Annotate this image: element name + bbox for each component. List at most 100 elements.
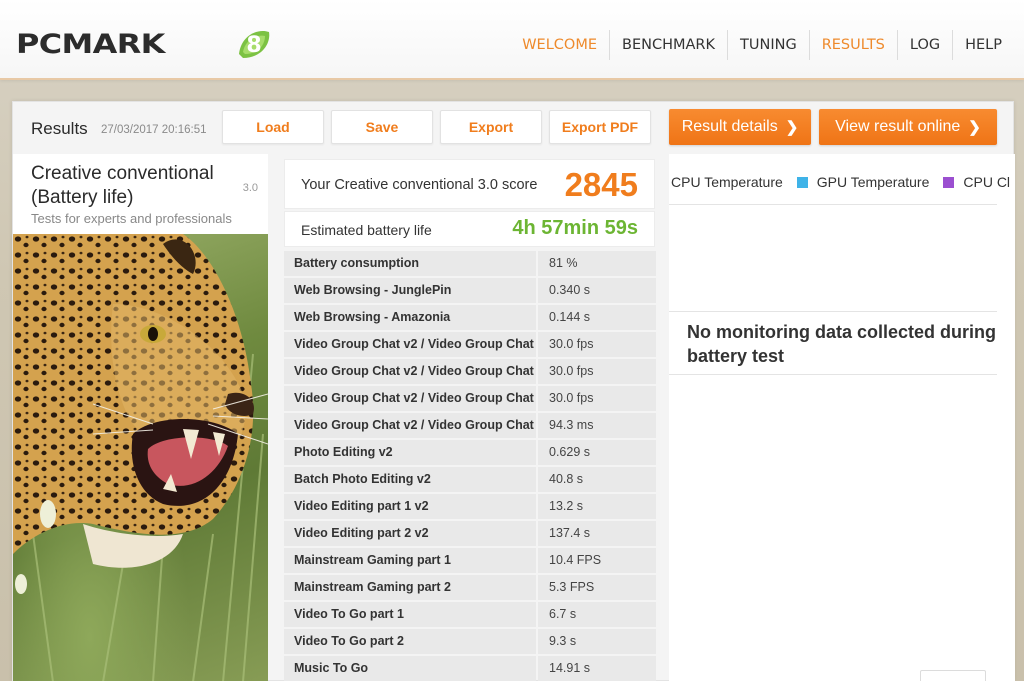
- result-name: Mainstream Gaming part 2: [284, 575, 536, 600]
- leopard-illustration-icon: [13, 234, 268, 681]
- result-value: 10.4 FPS: [538, 548, 656, 573]
- result-name: Batch Photo Editing v2: [284, 467, 536, 492]
- table-row: Video To Go part 2 9.3 s: [284, 629, 656, 656]
- result-value: 94.3 ms: [538, 413, 656, 438]
- table-row: Web Browsing - Amazonia 0.144 s: [284, 305, 656, 332]
- test-info-column: Creative conventional (Battery life) 3.0…: [13, 154, 268, 681]
- logo-text: PCMARK: [16, 28, 165, 60]
- result-name: Video Group Chat v2 / Video Group Chat: [284, 386, 536, 411]
- table-row: Video To Go part 1 6.7 s: [284, 602, 656, 629]
- chevron-right-icon: ❯: [785, 119, 799, 136]
- result-value: 14.91 s: [538, 656, 656, 681]
- leopard-photo: [13, 234, 268, 681]
- result-details-button[interactable]: Result details ❯: [669, 109, 811, 145]
- table-row: Web Browsing - JunglePin 0.340 s: [284, 278, 656, 305]
- result-value: 30.0 fps: [538, 386, 656, 411]
- result-name: Video Group Chat v2 / Video Group Chat: [284, 332, 536, 357]
- table-row: Video Group Chat v2 / Video Group Chat 30…: [284, 332, 656, 359]
- monitoring-legend: CPU Temperature GPU Temperature CPU Cl: [669, 174, 1015, 190]
- nav-results[interactable]: RESULTS: [810, 30, 898, 60]
- result-value: 40.8 s: [538, 467, 656, 492]
- monitoring-column: CPU Temperature GPU Temperature CPU Cl N…: [669, 154, 1015, 681]
- save-button[interactable]: Save: [331, 110, 433, 144]
- result-name: Photo Editing v2: [284, 440, 536, 465]
- result-value: 137.4 s: [538, 521, 656, 546]
- result-name: Video Group Chat v2 / Video Group Chat: [284, 413, 536, 438]
- load-button[interactable]: Load: [222, 110, 324, 144]
- battery-life-label: Estimated battery life: [301, 222, 432, 238]
- results-date: 27/03/2017 20:16:51: [101, 124, 207, 136]
- results-title: Results: [31, 119, 88, 138]
- result-name: Mainstream Gaming part 1: [284, 548, 536, 573]
- divider: [669, 204, 997, 205]
- score-column: Your Creative conventional 3.0 score 284…: [284, 154, 656, 681]
- nav-benchmark[interactable]: BENCHMARK: [610, 30, 728, 60]
- corner-button[interactable]: [920, 670, 986, 681]
- logo-badge-number: 8: [246, 33, 261, 58]
- result-value: 5.3 FPS: [538, 575, 656, 600]
- result-name: Video Editing part 2 v2: [284, 521, 536, 546]
- result-value: 0.144 s: [538, 305, 656, 330]
- table-row: Mainstream Gaming part 1 10.4 FPS: [284, 548, 656, 575]
- result-details-label: Result details: [681, 118, 778, 135]
- result-name: Battery consumption: [284, 251, 536, 276]
- legend-label: CPU Temperature: [671, 174, 783, 190]
- result-value: 0.340 s: [538, 278, 656, 303]
- table-row: Photo Editing v2 0.629 s: [284, 440, 656, 467]
- legend-swatch: [943, 176, 955, 188]
- legend-label: CPU Cl: [963, 174, 1011, 190]
- result-name: Video Group Chat v2 / Video Group Chat: [284, 359, 536, 384]
- result-value: 81 %: [538, 251, 656, 276]
- legend-label: GPU Temperature: [816, 174, 930, 190]
- result-name: Music To Go: [284, 656, 536, 681]
- result-value: 30.0 fps: [538, 332, 656, 357]
- result-name: Video Editing part 1 v2: [284, 494, 536, 519]
- battery-life-value: 4h 57min 59s: [512, 217, 638, 239]
- table-row: Battery consumption 81 %: [284, 251, 656, 278]
- logo-badge-icon: 8: [239, 30, 270, 58]
- table-row: Video Group Chat v2 / Video Group Chat 30…: [284, 359, 656, 386]
- result-name: Video To Go part 1: [284, 602, 536, 627]
- main-nav: WELCOME BENCHMARK TUNING RESULTS LOG HEL…: [510, 30, 1014, 60]
- result-name: Video To Go part 2: [284, 629, 536, 654]
- result-value: 9.3 s: [538, 629, 656, 654]
- nav-tuning[interactable]: TUNING: [728, 30, 810, 60]
- pcmark-logo: PCMARK 8: [16, 24, 270, 64]
- divider: [669, 374, 997, 375]
- table-row: Video Group Chat v2 / Video Group Chat 94…: [284, 413, 656, 440]
- chevron-right-icon: ❯: [968, 119, 981, 136]
- legend-swatch: [796, 176, 808, 188]
- battery-life-box: Estimated battery life 4h 57min 59s: [284, 211, 655, 247]
- result-name: Web Browsing - Amazonia: [284, 305, 536, 330]
- score-box: Your Creative conventional 3.0 score 284…: [284, 159, 655, 209]
- divider: [669, 311, 997, 312]
- no-monitoring-data-message: No monitoring data collected during batt…: [687, 322, 997, 366]
- view-online-button[interactable]: View result online ❯: [819, 109, 997, 145]
- score-value: 2845: [564, 166, 638, 203]
- test-version: 3.0: [242, 182, 258, 194]
- top-bar: PCMARK 8 WELCOME BENCHMARK TUNING RESULT…: [0, 0, 1024, 80]
- score-label: Your Creative conventional 3.0 score: [301, 177, 538, 193]
- test-description: Tests for experts and professionals: [31, 211, 232, 226]
- result-name: Web Browsing - JunglePin: [284, 278, 536, 303]
- result-value: 30.0 fps: [538, 359, 656, 384]
- table-row: Video Editing part 2 v2 137.4 s: [284, 521, 656, 548]
- nav-help[interactable]: HELP: [953, 30, 1014, 60]
- table-row: Batch Photo Editing v2 40.8 s: [284, 467, 656, 494]
- nav-log[interactable]: LOG: [898, 30, 954, 60]
- results-panel: Results 27/03/2017 20:16:51 Load Save Ex…: [12, 101, 1015, 681]
- result-value: 6.7 s: [538, 602, 656, 627]
- legend-item-cpu-temperature[interactable]: CPU Temperature: [669, 174, 783, 190]
- legend-item-cpu-clock[interactable]: CPU Cl: [943, 174, 1010, 190]
- export-pdf-button[interactable]: Export PDF: [549, 110, 651, 144]
- nav-welcome[interactable]: WELCOME: [510, 30, 610, 60]
- view-online-label: View result online: [835, 118, 961, 135]
- results-table: Battery consumption 81 % Web Browsing - J…: [284, 251, 656, 681]
- export-button[interactable]: Export: [440, 110, 542, 144]
- table-row: Video Editing part 1 v2 13.2 s: [284, 494, 656, 521]
- table-row: Mainstream Gaming part 2 5.3 FPS: [284, 575, 656, 602]
- result-value: 0.629 s: [538, 440, 656, 465]
- table-row: Music To Go 14.91 s: [284, 656, 656, 681]
- legend-item-gpu-temperature[interactable]: GPU Temperature: [796, 174, 930, 190]
- test-name: Creative conventional (Battery life): [31, 163, 214, 208]
